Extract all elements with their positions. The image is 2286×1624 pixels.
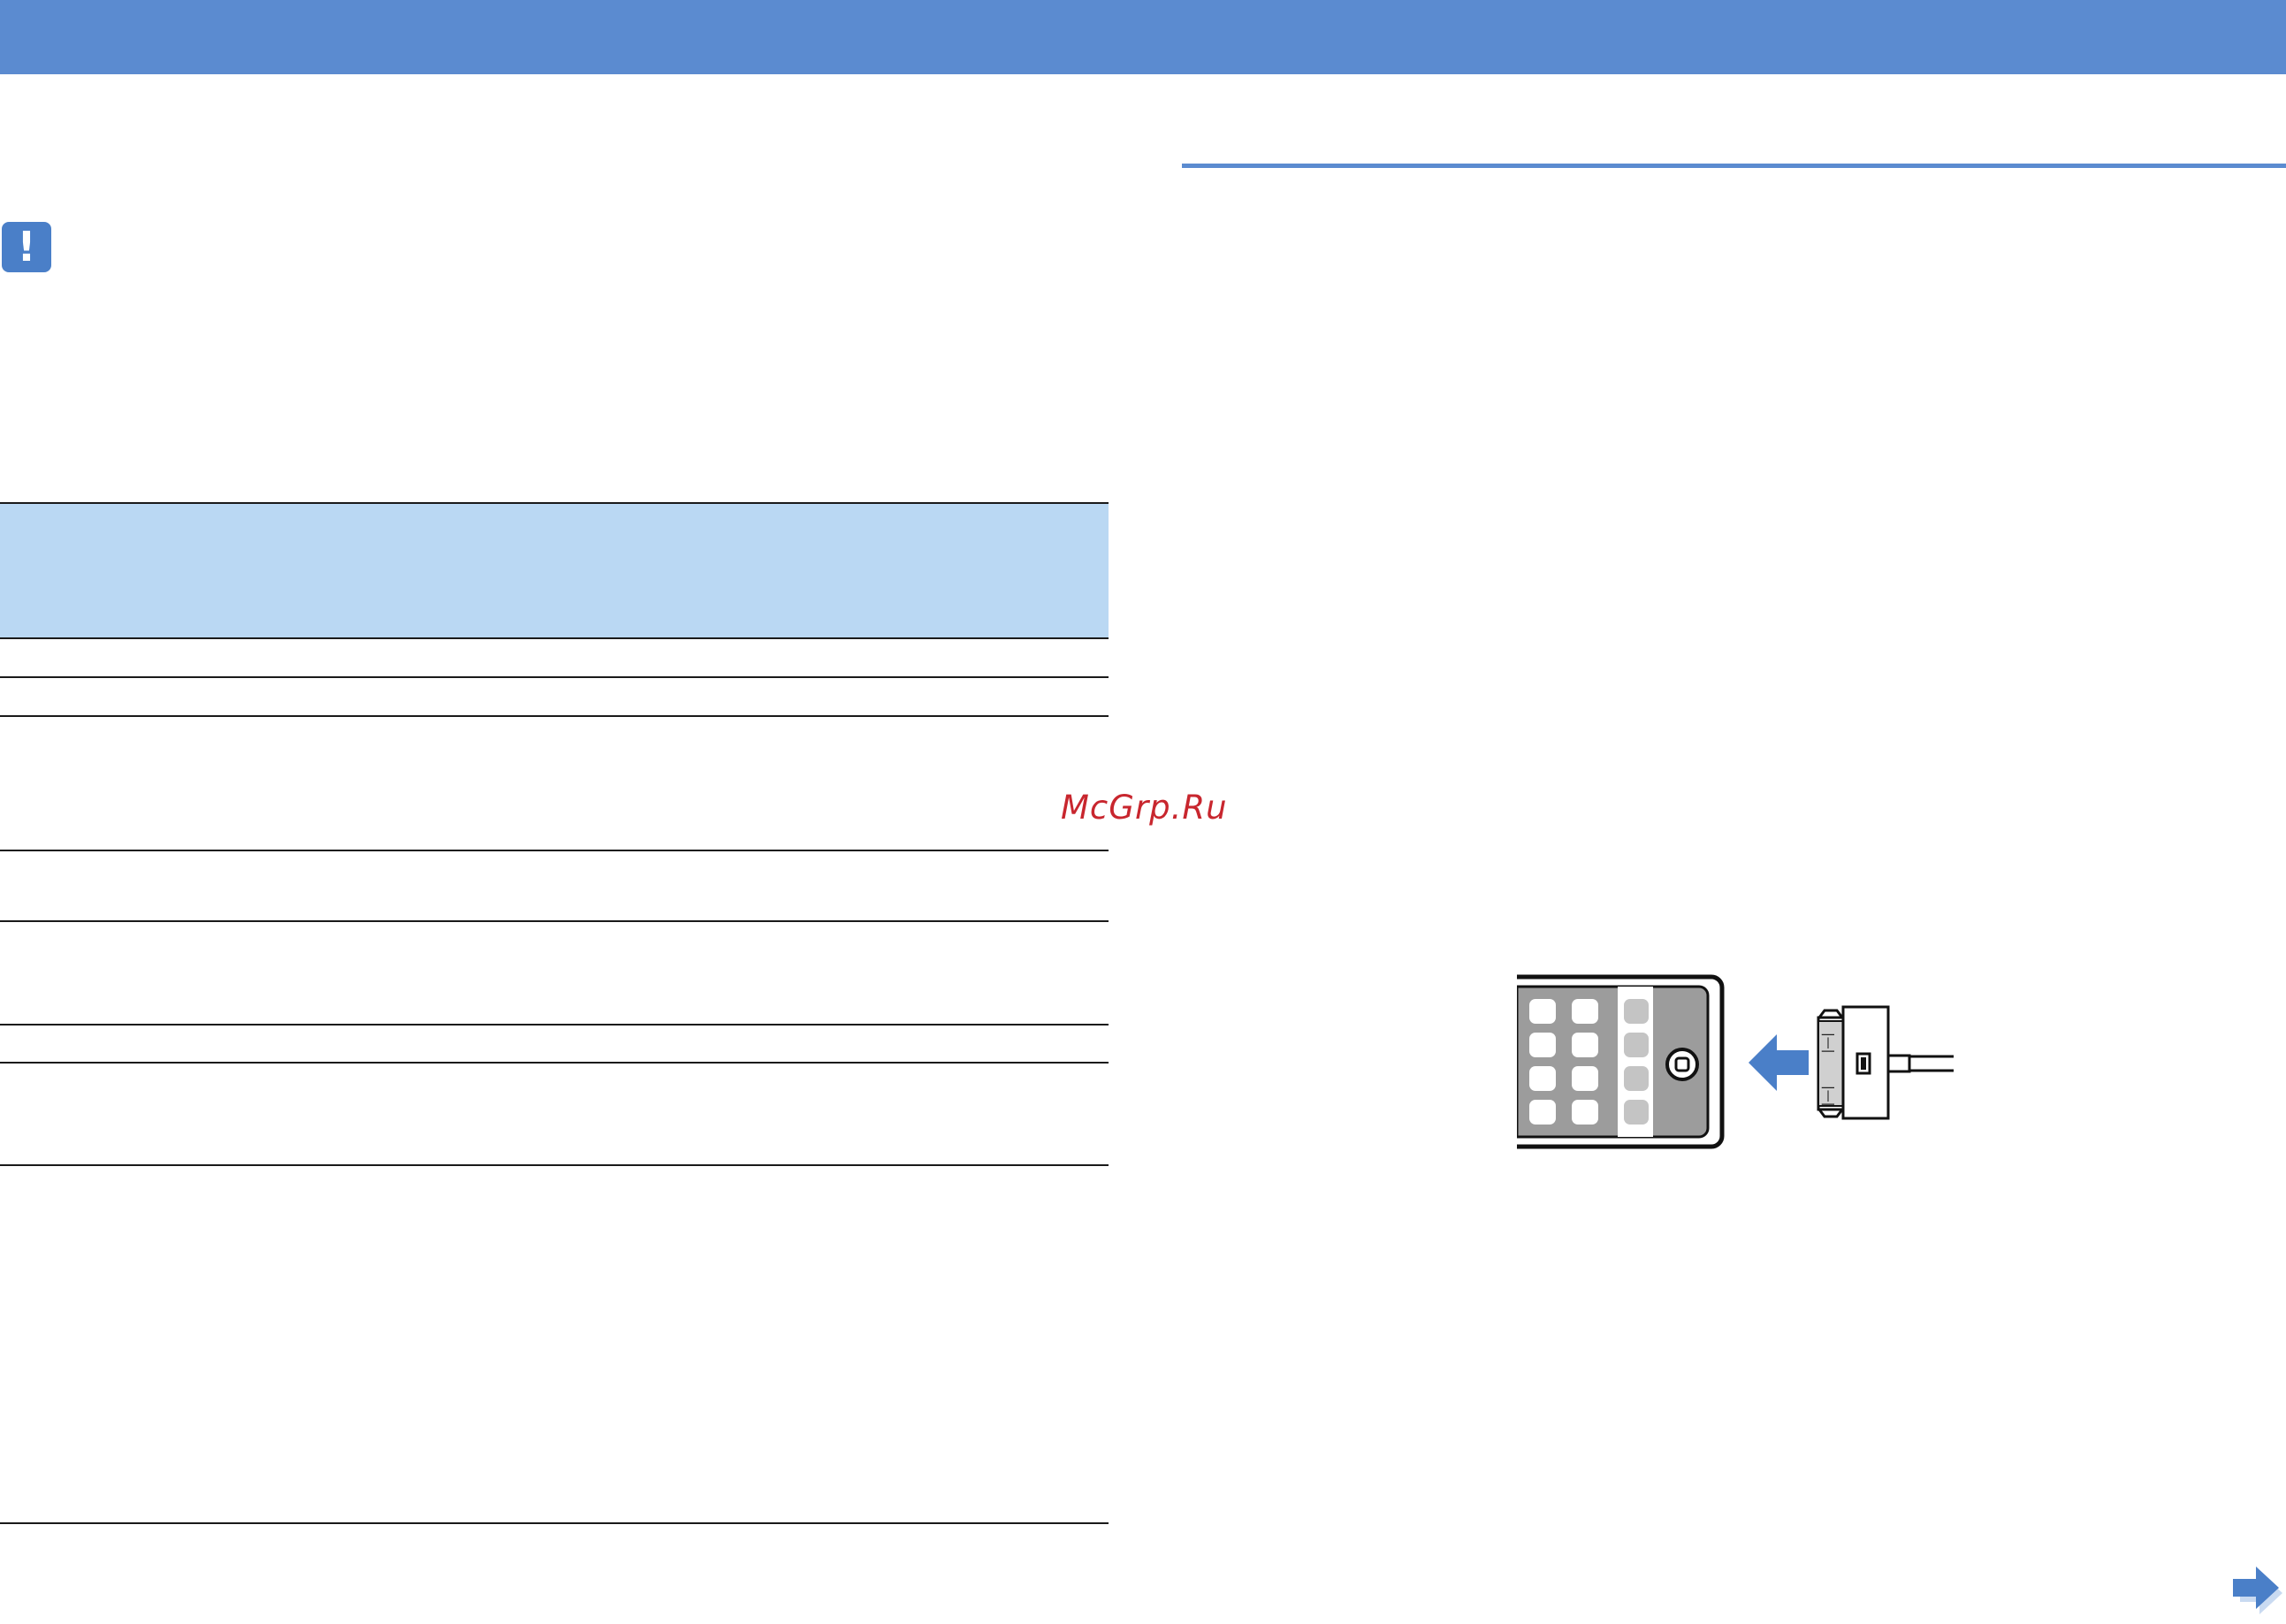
connection-figure: |—| |—|: [1515, 972, 1955, 1158]
next-page-arrow-icon[interactable]: [2233, 1565, 2286, 1614]
table-rule: [0, 715, 1109, 717]
spec-table: [0, 502, 1109, 1524]
section-divider: [1182, 164, 2286, 168]
table-rule: [0, 637, 1109, 639]
watermark: McGrp.Ru: [1061, 789, 1228, 827]
dock-connector-icon: |—| |—|: [1817, 1005, 1954, 1120]
svg-text:|—|: |—|: [1821, 1086, 1835, 1106]
table-rule: [0, 850, 1109, 851]
table-rule: [0, 676, 1109, 678]
table-rule: [0, 1024, 1109, 1025]
exclamation-icon: !: [2, 222, 51, 272]
insert-arrow-icon: [1749, 1034, 1809, 1091]
header-bar: [0, 0, 2286, 74]
table-rule: [0, 1164, 1109, 1166]
table-rule: [0, 1062, 1109, 1064]
svg-text:|—|: |—|: [1821, 1033, 1835, 1053]
table-header: [0, 503, 1109, 638]
table-rule: [0, 1522, 1109, 1524]
table-rule: [0, 920, 1109, 922]
table-rule: [0, 502, 1109, 504]
